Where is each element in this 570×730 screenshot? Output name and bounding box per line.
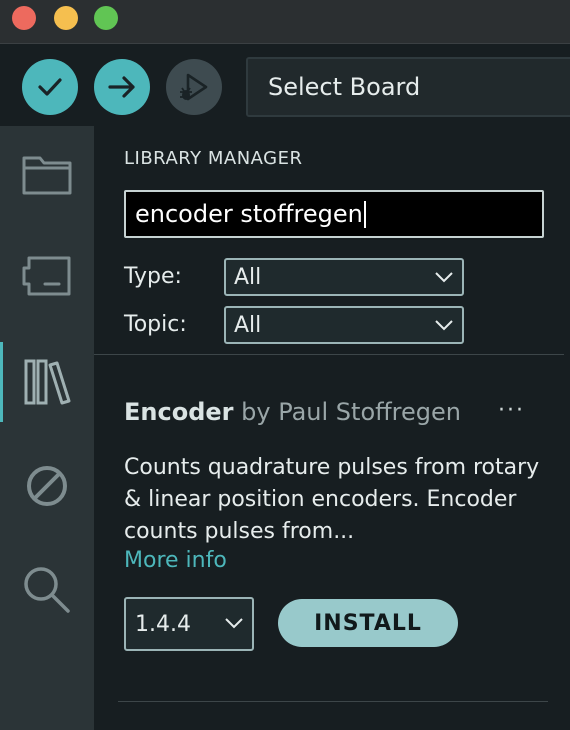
upload-button[interactable] — [94, 59, 150, 115]
library-icon — [24, 359, 70, 405]
filters-divider — [94, 354, 564, 355]
topic-filter-label: Topic: — [124, 312, 187, 337]
folder-icon — [22, 156, 72, 195]
text-caret — [363, 200, 366, 228]
board-select-dropdown[interactable]: Select Board — [246, 57, 570, 117]
sidebar-item-library-manager[interactable] — [0, 342, 94, 422]
panel-title: LIBRARY MANAGER — [124, 148, 303, 169]
search-icon — [24, 567, 70, 613]
sidebar-item-debug[interactable] — [0, 446, 94, 526]
library-search-input[interactable]: encoder stoffregen — [124, 190, 544, 238]
more-info-link[interactable]: More info — [124, 548, 227, 573]
topic-filter-value: All — [234, 312, 262, 338]
verify-button[interactable] — [22, 59, 78, 115]
debug-icon — [180, 73, 208, 101]
close-window-button[interactable] — [12, 6, 36, 30]
sidebar-item-sketchbook[interactable] — [0, 134, 94, 214]
type-filter-select[interactable]: All — [224, 258, 464, 296]
sidebar-item-boards-manager[interactable] — [0, 236, 94, 316]
type-filter-label: Type: — [124, 264, 182, 289]
checkmark-icon — [38, 78, 62, 96]
search-value: encoder stoffregen — [135, 200, 363, 228]
board-select-label: Select Board — [268, 73, 421, 101]
library-manager-panel: LIBRARY MANAGER encoder stoffregen Type:… — [94, 126, 570, 730]
install-button[interactable]: INSTALL — [278, 599, 458, 647]
library-description: Counts quadrature pulses from rotary & l… — [124, 455, 540, 544]
library-author: by Paul Stoffregen — [233, 398, 461, 426]
version-value: 1.4.4 — [135, 611, 191, 637]
version-select[interactable]: 1.4.4 — [124, 597, 254, 651]
library-header: Encoder by Paul Stoffregen — [124, 398, 461, 426]
library-name: Encoder — [124, 398, 234, 426]
sidebar — [0, 126, 94, 730]
debug-disabled-icon — [27, 466, 67, 506]
board-manager-icon — [22, 256, 71, 296]
chevron-down-icon — [225, 618, 243, 629]
topic-filter-select[interactable]: All — [224, 306, 464, 344]
chevron-down-icon — [435, 272, 453, 283]
minimize-window-button[interactable] — [54, 6, 78, 30]
toolbar: Select Board — [0, 45, 570, 126]
sidebar-item-search[interactable] — [0, 550, 94, 630]
chevron-down-icon — [435, 320, 453, 331]
more-options-button[interactable]: ··· — [498, 398, 525, 423]
result-divider — [118, 701, 548, 702]
type-filter-value: All — [234, 264, 262, 290]
zoom-window-button[interactable] — [94, 6, 118, 30]
debug-button[interactable] — [166, 59, 222, 115]
arrow-right-icon — [108, 76, 135, 98]
window-titlebar — [0, 0, 570, 44]
